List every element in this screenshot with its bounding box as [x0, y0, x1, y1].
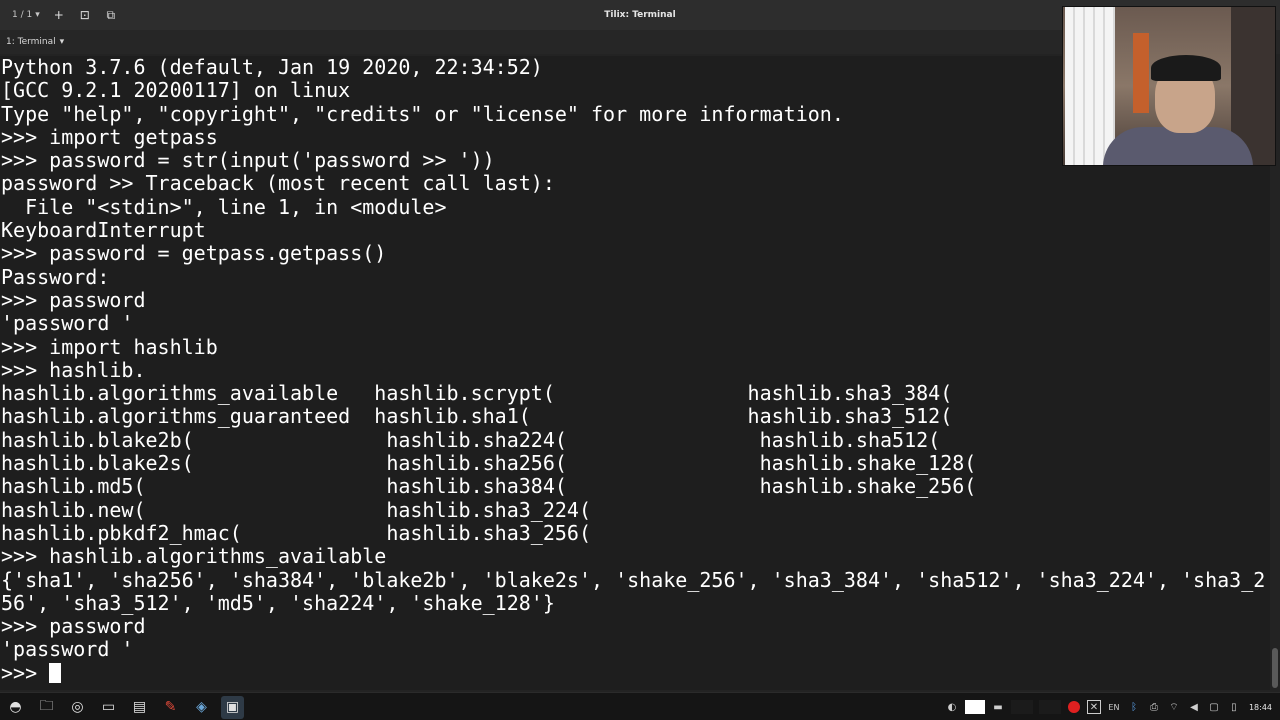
lock-icon[interactable]: ▢	[1207, 700, 1221, 714]
terminal-line: hashlib.algorithms_guaranteed hashlib.sh…	[1, 405, 953, 429]
terminal-icon[interactable]: ▭	[97, 696, 120, 719]
webcam-poster	[1133, 33, 1149, 113]
terminal-line: >>> password	[1, 288, 146, 312]
terminal-line: >>> hashlib.	[1, 358, 146, 382]
terminal-line: 'password '	[1, 638, 134, 662]
terminal-line: hashlib.blake2s( hashlib.sha256( hashlib…	[1, 452, 977, 476]
menu-icon[interactable]: ◓	[4, 696, 27, 719]
terminal-line: KeyboardInterrupt	[1, 219, 206, 243]
terminal-line: >>> import hashlib	[1, 335, 218, 359]
terminal-line: hashlib.md5( hashlib.sha384( hashlib.sha…	[1, 475, 977, 499]
clock[interactable]: 18:44	[1249, 703, 1272, 712]
terminal-line: 56', 'sha3_512', 'md5', 'sha224', 'shake…	[1, 591, 555, 615]
taskbar: ◓ 🗀 ◎ ▭ ▤ ✎ ◈ ▣ ◐ ▬ ✕ EN ᛒ ⎙ ⌔ ◀ ▢ ▯ 18:…	[0, 692, 1280, 720]
terminal-prompt-line[interactable]: >>>	[1, 662, 1280, 685]
tilix-icon[interactable]: ▣	[221, 695, 244, 719]
white-box-icon[interactable]	[964, 700, 985, 714]
taskbar-apps: ◓ 🗀 ◎ ▭ ▤ ✎ ◈ ▣	[4, 693, 244, 720]
system-tray: ◐ ▬ ✕ EN ᛒ ⎙ ⌔ ◀ ▢ ▯ 18:44	[945, 693, 1272, 720]
terminal-line: hashlib.new( hashlib.sha3_224(	[1, 498, 592, 522]
editor-icon[interactable]: ✎	[159, 696, 182, 719]
printer-icon[interactable]: ⎙	[1147, 700, 1161, 714]
language-indicator[interactable]: EN	[1107, 700, 1121, 714]
tab-label: 1: Terminal	[6, 37, 56, 47]
app-icon[interactable]: ◈	[190, 696, 213, 719]
terminal-line: >>> password = getpass.getpass()	[1, 242, 387, 266]
terminal-line: >>> hashlib.algorithms_available	[1, 545, 387, 569]
terminal-line: hashlib.pbkdf2_hmac( hashlib.sha3_256(	[1, 521, 592, 545]
terminal-line: {'sha1', 'sha256', 'sha384', 'blake2b', …	[1, 568, 1266, 592]
folder-icon[interactable]: ▤	[128, 696, 151, 719]
text-cursor	[49, 662, 62, 683]
scrollbar-thumb[interactable]	[1272, 648, 1278, 688]
wifi-icon[interactable]: ⌔	[1167, 700, 1181, 714]
files-icon[interactable]: 🗀	[35, 696, 58, 719]
webcam-overlay	[1062, 6, 1276, 166]
bluetooth-icon[interactable]: ᛒ	[1127, 700, 1141, 714]
close-box-icon[interactable]: ✕	[1086, 700, 1101, 714]
terminal-line: hashlib.blake2b( hashlib.sha224( hashlib…	[1, 428, 941, 452]
browser-icon[interactable]: ◎	[66, 696, 89, 719]
terminal-line: hashlib.algorithms_available hashlib.scr…	[1, 382, 953, 406]
chevron-down-icon: ▾	[59, 37, 65, 47]
record-icon[interactable]	[1067, 700, 1081, 714]
prompt: >>>	[1, 661, 50, 685]
steam-icon[interactable]: ◐	[945, 700, 959, 714]
webcam-window	[1065, 7, 1115, 165]
terminal-line: >>> password	[1, 615, 146, 639]
blank-tray-icon[interactable]	[1010, 700, 1033, 714]
tab-terminal[interactable]: 1: Terminal ▾	[6, 30, 64, 54]
volume-icon[interactable]: ◀	[1187, 700, 1201, 714]
terminal-line: password >> Traceback (most recent call …	[1, 172, 555, 196]
minus-icon[interactable]: ▬	[991, 700, 1005, 714]
battery-icon[interactable]: ▯	[1227, 700, 1241, 714]
terminal-line: File "<stdin>", line 1, in <module>	[1, 195, 447, 219]
terminal-line: 'password '	[1, 312, 134, 336]
webcam-person-hat	[1151, 55, 1221, 81]
blank-tray-icon-2[interactable]	[1038, 700, 1061, 714]
terminal-line: Password:	[1, 265, 110, 289]
